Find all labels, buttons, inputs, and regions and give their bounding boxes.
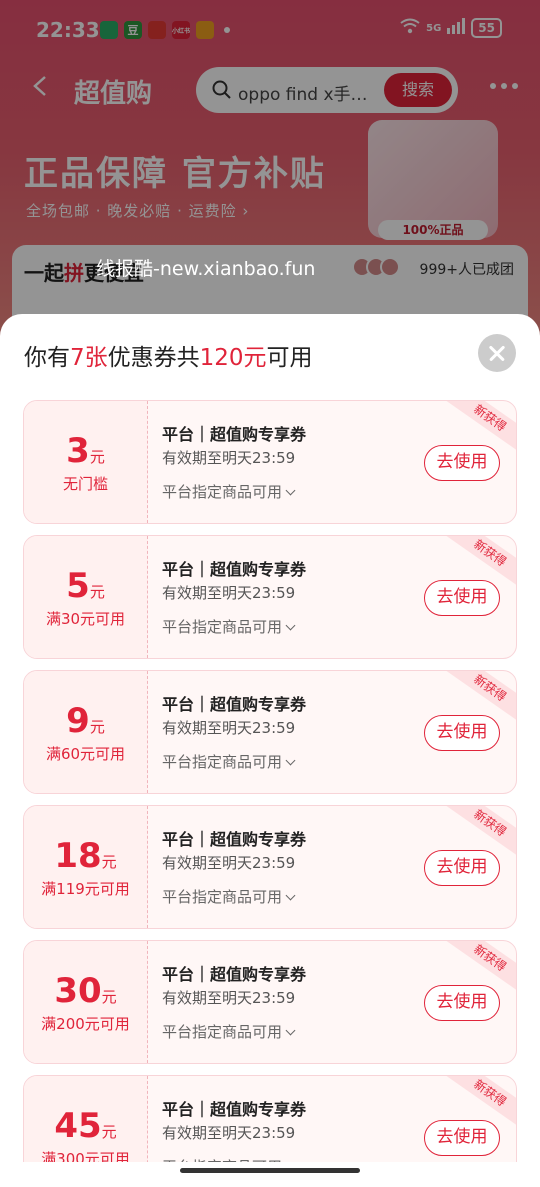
chevron-down-icon: [285, 620, 296, 631]
use-coupon-button[interactable]: 去使用: [424, 985, 500, 1021]
chevron-down-icon: [285, 485, 296, 496]
use-coupon-button[interactable]: 去使用: [424, 850, 500, 886]
use-coupon-button[interactable]: 去使用: [424, 580, 500, 616]
coupon-amount: 30元: [54, 971, 117, 1011]
coupon-scope-toggle[interactable]: 平台指定商品可用: [162, 1156, 296, 1162]
coupon-list[interactable]: 3元 无门槛 平台｜超值购专享券 有效期至明天23:59 平台指定商品可用 去使用 新获得 5…: [23, 400, 517, 1162]
watermark-text: 线报酷-new.xianbao.fun: [96, 258, 316, 280]
coupon-title: 平台｜超值购专享券: [162, 695, 307, 714]
coupon-scope-toggle[interactable]: 平台指定商品可用: [162, 616, 296, 637]
coupon-info: 平台｜超值购专享券有效期至明天23:59 平台指定商品可用 去使用: [162, 941, 516, 1063]
coupon-card[interactable]: 5元 满30元可用 平台｜超值购专享券 有效期至明天23:59 平台指定商品可用 去使用新…: [23, 535, 517, 659]
chevron-down-icon: [285, 1160, 296, 1162]
use-coupon-button[interactable]: 去使用: [424, 715, 500, 751]
coupon-value-panel: 18元满119元可用: [24, 806, 148, 928]
coupon-amount: 9元: [66, 701, 105, 741]
coupon-amount: 5元: [66, 566, 105, 606]
coupon-condition: 满60元可用: [45, 745, 126, 763]
coupon-value-panel: 5元满30元可用: [24, 536, 148, 658]
coupon-value-panel: 3元无门槛: [24, 401, 148, 523]
coupon-amount: 18元: [54, 836, 117, 876]
close-button[interactable]: [478, 334, 516, 372]
coupon-title: 平台｜超值购专享券: [162, 560, 307, 579]
coupon-card[interactable]: 3元 无门槛 平台｜超值购专享券 有效期至明天23:59 平台指定商品可用 去使用 新获得: [23, 400, 517, 524]
coupon-title: 平台｜超值购专享券: [162, 830, 307, 849]
coupon-info: 平台｜超值购专享券有效期至明天23:59 平台指定商品可用 去使用: [162, 671, 516, 793]
coupon-sheet: 你有7张优惠券共120元可用 3元 无门槛 平台｜超值购专享券 有效期至明天23:59…: [0, 314, 540, 1187]
coupon-card[interactable]: 9元 满60元可用 平台｜超值购专享券 有效期至明天23:59 平台指定商品可用 去使用新…: [23, 670, 517, 794]
coupon-title: 平台｜超值购专享券: [162, 1100, 307, 1119]
sheet-heading: 你有7张优惠券共120元可用: [24, 345, 313, 371]
chevron-down-icon: [285, 890, 296, 901]
coupon-expiry: 有效期至明天23:59: [162, 989, 296, 1007]
use-coupon-button[interactable]: 去使用: [424, 445, 500, 481]
coupon-value-panel: 9元满60元可用: [24, 671, 148, 793]
coupon-info: 平台｜超值购专享券有效期至明天23:59 平台指定商品可用 去使用: [162, 806, 516, 928]
chevron-down-icon: [285, 1025, 296, 1036]
coupon-scope-toggle[interactable]: 平台指定商品可用: [162, 481, 296, 502]
coupon-scope-toggle[interactable]: 平台指定商品可用: [162, 751, 296, 772]
coupon-condition: 满300元可用: [41, 1150, 130, 1162]
use-coupon-button[interactable]: 去使用: [424, 1120, 500, 1156]
coupon-expiry: 有效期至明天23:59: [162, 449, 296, 467]
coupon-info: 平台｜超值购专享券有效期至明天23:59 平台指定商品可用 去使用: [162, 536, 516, 658]
coupon-amount: 3元: [66, 431, 105, 471]
coupon-expiry: 有效期至明天23:59: [162, 719, 296, 737]
coupon-title: 平台｜超值购专享券: [162, 965, 307, 984]
coupon-expiry: 有效期至明天23:59: [162, 1124, 296, 1142]
coupon-scope-toggle[interactable]: 平台指定商品可用: [162, 886, 296, 907]
chevron-down-icon: [285, 755, 296, 766]
coupon-condition: 无门槛: [62, 475, 108, 493]
coupon-expiry: 有效期至明天23:59: [162, 854, 296, 872]
home-indicator[interactable]: [180, 1168, 360, 1173]
coupon-condition: 满119元可用: [41, 880, 130, 898]
coupon-expiry: 有效期至明天23:59: [162, 584, 296, 602]
coupon-info: 平台｜超值购专享券有效期至明天23:59 平台指定商品可用 去使用: [162, 1076, 516, 1162]
coupon-card[interactable]: 45元满300元可用平台｜超值购专享券有效期至明天23:59平台指定商品可用去使…: [23, 1075, 517, 1162]
coupon-scope-toggle[interactable]: 平台指定商品可用: [162, 1021, 296, 1042]
coupon-card[interactable]: 18元 满119元可用 平台｜超值购专享券 有效期至明天23:59 平台指定商品可用 去使…: [23, 805, 517, 929]
coupon-info: 平台｜超值购专享券有效期至明天23:59 平台指定商品可用 去使用: [162, 401, 516, 523]
coupon-amount: 45元: [54, 1106, 117, 1146]
coupon-value-panel: 30元满200元可用: [24, 941, 148, 1063]
coupon-condition: 满30元可用: [45, 610, 126, 628]
coupon-title: 平台｜超值购专享券: [162, 425, 307, 444]
coupon-condition: 满200元可用: [41, 1015, 130, 1033]
coupon-value-panel: 45元满300元可用: [24, 1076, 148, 1162]
coupon-card[interactable]: 30元 满200元可用 平台｜超值购专享券 有效期至明天23:59 平台指定商品可用 去使…: [23, 940, 517, 1064]
